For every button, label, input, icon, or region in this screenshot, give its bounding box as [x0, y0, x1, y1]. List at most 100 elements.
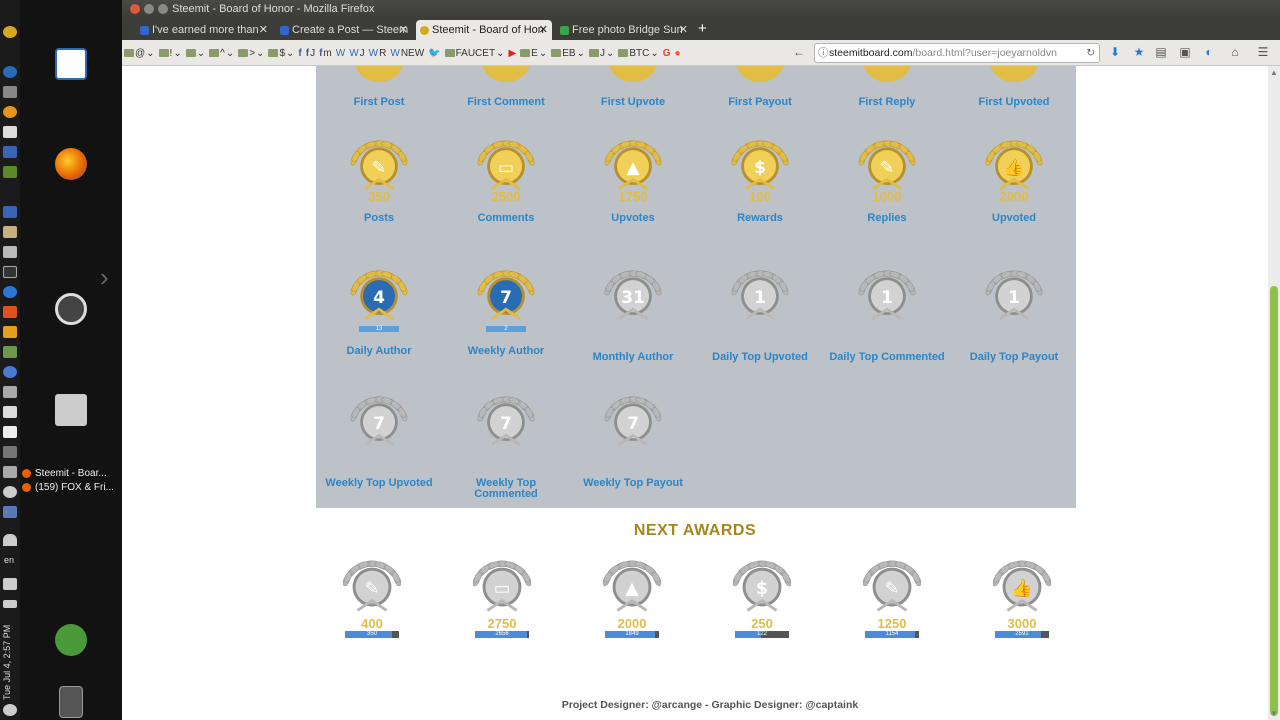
- badge-label[interactable]: First Payout: [697, 97, 823, 108]
- files-icon[interactable]: [3, 226, 17, 238]
- badge-label[interactable]: Daily Author: [316, 346, 442, 357]
- pocket-icon[interactable]: ◐: [1202, 45, 1216, 59]
- scroll-down-icon[interactable]: ▼: [1270, 709, 1278, 718]
- home-icon[interactable]: ⌂: [1228, 45, 1242, 59]
- firefox-icon[interactable]: [55, 148, 87, 180]
- box-icon[interactable]: [3, 326, 17, 338]
- badge-first[interactable]: First Upvoted: [951, 66, 1077, 108]
- script-icon[interactable]: [3, 426, 17, 438]
- next-award[interactable]: $250 122: [717, 556, 807, 638]
- bookmark-item[interactable]: W: [336, 48, 345, 59]
- twitter-icon[interactable]: 🐦: [428, 48, 440, 59]
- badge-label[interactable]: Replies: [824, 213, 950, 224]
- apps-icon[interactable]: [3, 206, 17, 218]
- badge-upvotes[interactable]: ▲ 1750 Upvotes: [570, 136, 696, 224]
- bookmark-folder[interactable]: EB ⌄: [551, 48, 585, 59]
- badge-label[interactable]: First Post: [316, 97, 442, 108]
- new-tab-button[interactable]: +: [698, 20, 707, 38]
- next-award[interactable]: ✎ 400 350: [327, 556, 417, 638]
- badge-weekly-top[interactable]: 7 Weekly Top Commented: [443, 392, 569, 500]
- bookmark-folder[interactable]: BTC ⌄: [618, 48, 659, 59]
- bookmark-folder[interactable]: ! ⌄: [158, 48, 182, 59]
- badge-label[interactable]: Weekly Top Payout: [570, 478, 696, 489]
- badge-label[interactable]: First Reply: [824, 97, 950, 108]
- bitcoin-icon[interactable]: [3, 106, 17, 118]
- close-tab-icon[interactable]: ✕: [679, 20, 688, 40]
- url-bar[interactable]: ⓘ steemitboard.com/board.html?user=joeya…: [814, 43, 1100, 63]
- scroll-up-icon[interactable]: ▲: [1270, 68, 1278, 77]
- tab-earned[interactable]: I've earned more than ✕: [136, 20, 272, 40]
- keyboard-language[interactable]: en: [4, 555, 14, 565]
- reading-list-icon[interactable]: ▤: [1154, 45, 1168, 59]
- image-icon[interactable]: [3, 346, 17, 358]
- bookmark-folder[interactable]: ⌄: [185, 48, 205, 59]
- bookmark-folder[interactable]: > ⌄: [238, 48, 264, 59]
- badge-author[interactable]: 4 13 Daily Author: [316, 266, 442, 357]
- badge-author[interactable]: 31 Monthly Author: [570, 266, 696, 363]
- badge-author[interactable]: 1 Daily Top Upvoted: [697, 266, 823, 363]
- user-icon[interactable]: [55, 624, 87, 656]
- clock[interactable]: Tue Jul 4, 2:57 PM: [2, 610, 18, 700]
- next-award[interactable]: ✎ 1250 1154: [847, 556, 937, 638]
- dock-window-steemit[interactable]: Steemit - Boar...: [22, 466, 122, 480]
- badge-posts[interactable]: ✎ 350 Posts: [316, 136, 442, 224]
- download-icon[interactable]: ⬇: [1108, 45, 1122, 59]
- badge-label[interactable]: Daily Top Payout: [951, 352, 1077, 363]
- info-icon[interactable]: ⓘ: [818, 44, 829, 62]
- volume-icon[interactable]: [3, 578, 17, 590]
- ubuntu-icon[interactable]: [3, 26, 17, 38]
- battery-icon[interactable]: [3, 600, 17, 608]
- bookmark-folder[interactable]: FAUCET ⌄: [444, 48, 504, 59]
- close-tab-icon[interactable]: ✕: [539, 20, 548, 40]
- badge-rewards[interactable]: $100 Rewards: [697, 136, 823, 224]
- badge-first[interactable]: First Comment: [443, 66, 569, 108]
- badge-first[interactable]: First Upvote: [570, 66, 696, 108]
- badge-label[interactable]: First Upvoted: [951, 97, 1077, 108]
- scrollbar-thumb[interactable]: [1270, 286, 1278, 716]
- facebook-icon[interactable]: f: [298, 48, 301, 59]
- youtube-icon[interactable]: ▶: [508, 48, 516, 59]
- editor-icon[interactable]: [3, 126, 17, 138]
- eject-icon[interactable]: [3, 86, 17, 98]
- window-icon[interactable]: [3, 506, 17, 518]
- trash-icon[interactable]: [59, 686, 83, 718]
- next-award[interactable]: ▭ 2750 2656: [457, 556, 547, 638]
- drive-icon[interactable]: [3, 446, 17, 458]
- badge-label[interactable]: Rewards: [697, 213, 823, 224]
- badge-first[interactable]: First Payout: [697, 66, 823, 108]
- badge-label[interactable]: Comments: [443, 213, 569, 224]
- minimize-window-icon[interactable]: [144, 4, 154, 14]
- monitor-icon[interactable]: [3, 406, 17, 418]
- badge-label[interactable]: First Comment: [443, 97, 569, 108]
- disk-icon[interactable]: [3, 246, 17, 258]
- back-icon[interactable]: ←: [792, 45, 806, 59]
- badge-label[interactable]: Daily Top Upvoted: [697, 352, 823, 363]
- youtube-ext-icon[interactable]: ▣: [1178, 45, 1192, 59]
- wifi-icon[interactable]: [3, 534, 17, 546]
- badge-replies[interactable]: ✎ 1000 Replies: [824, 136, 950, 224]
- writer-icon[interactable]: [55, 48, 87, 80]
- tab-create-post[interactable]: Create a Post — Steem ✕: [276, 20, 412, 40]
- maximize-window-icon[interactable]: [158, 4, 168, 14]
- brave-icon[interactable]: ●: [675, 48, 681, 59]
- badge-label[interactable]: First Upvote: [570, 97, 696, 108]
- badge-weekly-top[interactable]: 7 Weekly Top Payout: [570, 392, 696, 489]
- settings-icon[interactable]: [3, 66, 17, 78]
- badge-weekly-top[interactable]: 7 Weekly Top Upvoted: [316, 392, 442, 489]
- bookmark-folder[interactable]: $ ⌄: [268, 48, 294, 59]
- printer-icon[interactable]: [3, 466, 17, 478]
- bookmark-folder[interactable]: @ ⌄: [124, 48, 155, 59]
- close-tab-icon[interactable]: ✕: [399, 20, 408, 40]
- close-window-icon[interactable]: [130, 4, 140, 14]
- badge-author[interactable]: 1 Daily Top Payout: [951, 266, 1077, 363]
- bookmark-folder[interactable]: ^ ⌄: [209, 48, 234, 59]
- close-tab-icon[interactable]: ✕: [259, 20, 268, 40]
- page-scrollbar[interactable]: ▲ ▼: [1268, 66, 1280, 720]
- bookmark-folder[interactable]: J ⌄: [588, 48, 614, 59]
- ubuntu-logo-icon[interactable]: [55, 293, 87, 325]
- bookmark-folder[interactable]: E ⌄: [520, 48, 547, 59]
- next-award[interactable]: 👍 3000 2591: [977, 556, 1067, 638]
- google-icon[interactable]: G: [663, 48, 671, 59]
- chrome-icon[interactable]: [3, 366, 17, 378]
- reload-icon[interactable]: ↻: [1086, 44, 1095, 62]
